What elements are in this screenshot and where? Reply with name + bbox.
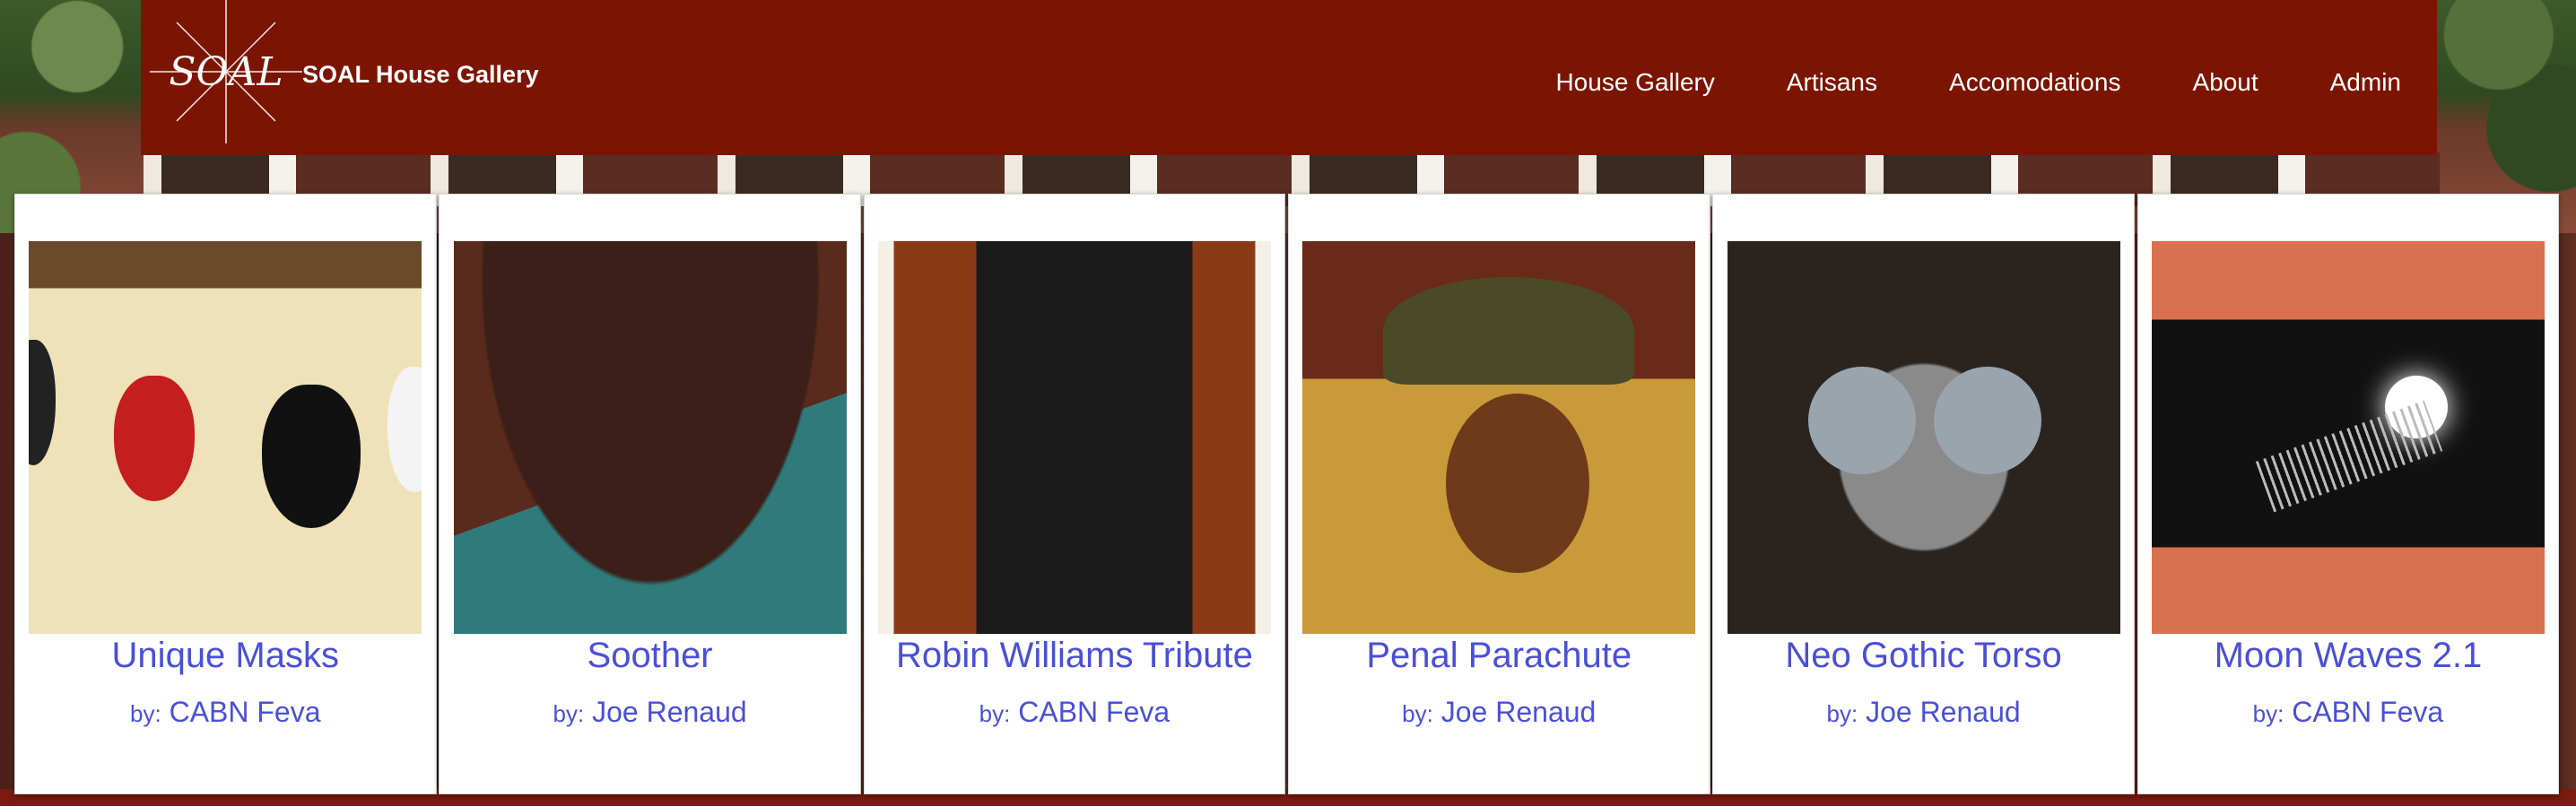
artwork-image[interactable] — [29, 241, 422, 634]
artist-name[interactable]: CABN Feva — [170, 696, 321, 728]
artist-name[interactable]: CABN Feva — [1018, 696, 1170, 728]
nav-about[interactable]: About — [2192, 68, 2258, 97]
artwork-title[interactable]: Penal Parachute — [1366, 636, 1632, 676]
by-label: by: — [1402, 700, 1433, 727]
artwork-image[interactable] — [2151, 241, 2545, 634]
artwork-artist[interactable]: by: CABN Feva — [979, 696, 1171, 729]
site-logo[interactable]: SOAL — [150, 0, 302, 143]
artwork-title[interactable]: Neo Gothic Torso — [1785, 636, 2061, 676]
nav-accomodations[interactable]: Accomodations — [1949, 68, 2120, 97]
artwork-title[interactable]: Soother — [587, 636, 713, 676]
artwork-artist[interactable]: by: Joe Renaud — [553, 696, 747, 729]
artwork-artist[interactable]: by: CABN Feva — [2253, 696, 2444, 729]
artwork-artist[interactable]: by: Joe Renaud — [1402, 696, 1596, 729]
logo-text: SOAL — [169, 49, 283, 95]
artist-name[interactable]: Joe Renaud — [1441, 696, 1597, 728]
gallery-card-soother[interactable]: Soother by: Joe Renaud — [439, 194, 861, 794]
artwork-image[interactable] — [1727, 241, 2120, 634]
gallery-card-moon-waves[interactable]: Moon Waves 2.1 by: CABN Feva — [2137, 194, 2560, 794]
gallery-card-penal-parachute[interactable]: Penal Parachute by: Joe Renaud — [1287, 194, 1710, 794]
artist-name[interactable]: Joe Renaud — [1866, 696, 2021, 728]
site-brand[interactable]: SOAL House Gallery — [302, 61, 539, 89]
artwork-image[interactable] — [453, 241, 847, 634]
nav-artisans[interactable]: Artisans — [1787, 68, 1877, 97]
artwork-artist[interactable]: by: CABN Feva — [130, 696, 321, 729]
artwork-image[interactable] — [1302, 241, 1696, 634]
gallery-card-neo-gothic-torso[interactable]: Neo Gothic Torso by: Joe Renaud — [1712, 194, 2135, 794]
main-nav: House Gallery Artisans Accomodations Abo… — [1484, 68, 2401, 97]
by-label: by: — [2252, 700, 2284, 727]
by-label: by: — [130, 700, 161, 727]
artwork-title[interactable]: Unique Masks — [112, 636, 339, 676]
artwork-artist[interactable]: by: Joe Renaud — [1827, 696, 2021, 729]
by-label: by: — [1826, 700, 1858, 727]
nav-house-gallery[interactable]: House Gallery — [1555, 68, 1714, 97]
by-label: by: — [979, 700, 1011, 727]
artwork-title[interactable]: Robin Williams Tribute — [896, 636, 1253, 676]
nav-admin[interactable]: Admin — [2330, 68, 2401, 97]
artwork-title[interactable]: Moon Waves 2.1 — [2215, 636, 2483, 676]
gallery-grid: Unique Masks by: CABN Feva Soother by: J… — [14, 194, 2562, 794]
site-header: SOAL SOAL House Gallery House Gallery Ar… — [141, 0, 2437, 155]
gallery-card-unique-masks[interactable]: Unique Masks by: CABN Feva — [14, 194, 437, 794]
by-label: by: — [553, 700, 585, 727]
artwork-image[interactable] — [877, 241, 1271, 634]
artist-name[interactable]: Joe Renaud — [592, 696, 747, 728]
gallery-card-robin-williams-tribute[interactable]: Robin Williams Tribute by: CABN Feva — [863, 194, 1286, 794]
artist-name[interactable]: CABN Feva — [2292, 696, 2443, 728]
